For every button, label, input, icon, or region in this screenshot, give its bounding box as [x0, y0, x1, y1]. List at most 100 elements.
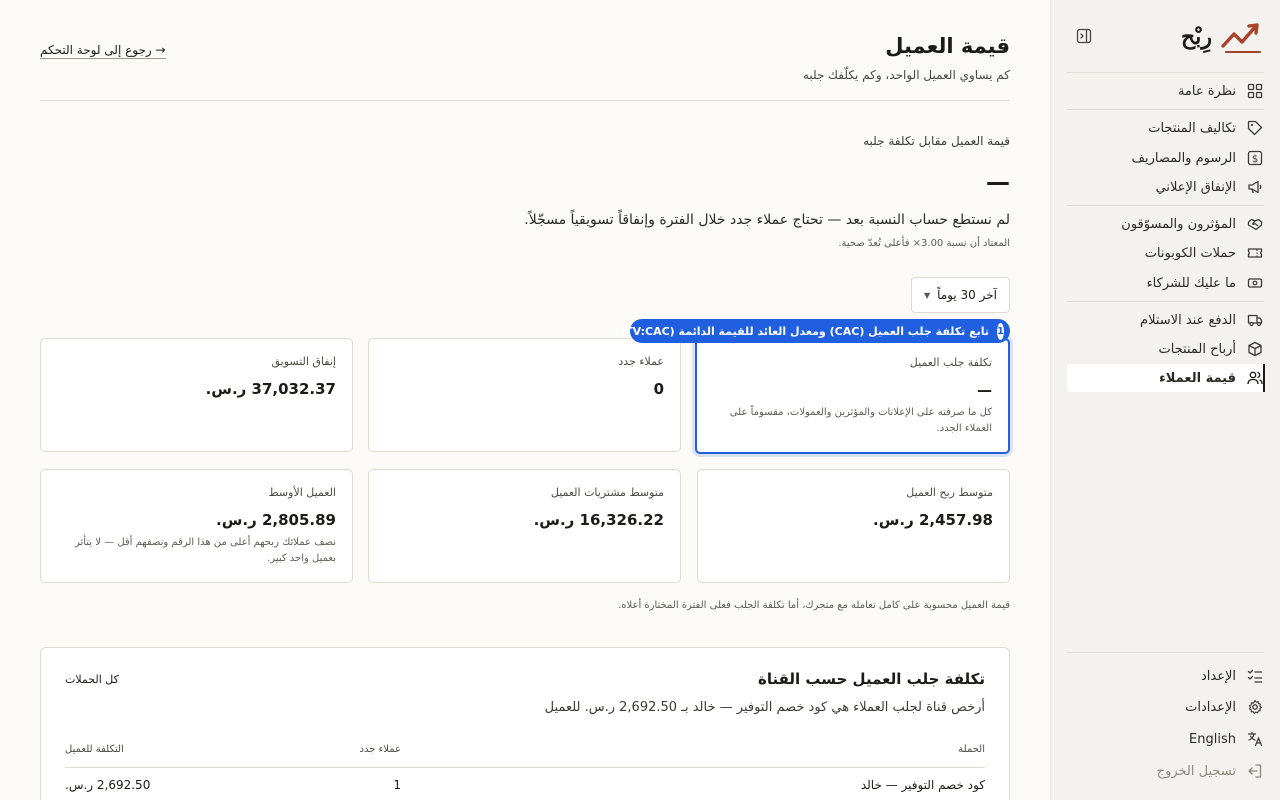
svg-text:$: $ — [1252, 154, 1258, 165]
sidebar-item-label: الإعداد — [1200, 668, 1236, 684]
sidebar-divider — [1067, 652, 1264, 653]
column-header-new-customers: عملاء جدد — [359, 744, 401, 755]
ratio-unavailable-message: لم نستطع حساب النسبة بعد — تحتاج عملاء ج… — [524, 212, 1010, 228]
page-title: قيمة العميل — [885, 34, 1010, 58]
sidebar-item-label: حملات الكوبونات — [1144, 245, 1236, 261]
metric-value: 2,457.98 ر.س. — [873, 511, 993, 529]
back-to-dashboard-link[interactable]: → رجوع إلى لوحة التحكم — [40, 43, 166, 59]
sidebar-item-product-costs[interactable]: تكاليف المنتجات — [1067, 114, 1264, 142]
sidebar-item-label: ما عليك للشركاء — [1146, 275, 1236, 291]
metric-value: 2,805.89 ر.س. — [216, 511, 336, 529]
box-icon — [1246, 340, 1264, 358]
cell-cost-per-customer: 2,692.50 ر.س. — [65, 778, 151, 792]
metric-label: متوسط مشتريات العميل — [550, 486, 664, 499]
page-subtitle: كم يساوي العميل الواحد، وكم يكلّفك جلبه — [802, 68, 1010, 82]
metric-card-median-customer: العميل الأوسط 2,805.89 ر.س. نصف عملائك ر… — [40, 469, 353, 583]
sidebar-item-label: أرباح المنتجات — [1158, 341, 1236, 357]
sidebar-item-ad-spend[interactable]: الإنفاق الإعلاني — [1067, 173, 1264, 201]
metric-value: 37,032.37 ر.س. — [205, 380, 336, 398]
table-header-divider — [65, 767, 985, 768]
handshake-icon — [1246, 215, 1264, 233]
sidebar-item-label: الرسوم والمصاريف — [1131, 150, 1237, 166]
grid-icon — [1246, 82, 1264, 100]
metric-label: عملاء جدد — [618, 355, 664, 368]
metric-label: تكلفة جلب العميل — [909, 356, 992, 369]
period-selected-value: آخر 30 يوماً — [937, 288, 997, 302]
sidebar-divider — [1067, 301, 1264, 302]
cell-campaign: كود خصم التوفير — خالد — [860, 778, 985, 792]
metric-label: متوسط ربح العميل — [906, 486, 993, 499]
metric-card-cac: تكلفة جلب العميل — كل ما صرفته على الإعل… — [695, 338, 1010, 454]
ratio-benchmark-note: المعتاد أن نسبة 3.00× فأعلى تُعدّ صحية. — [838, 238, 1010, 249]
sidebar-item-label: الإنفاق الإعلاني — [1155, 179, 1236, 195]
sidebar-item-fees-expenses[interactable]: $ الرسوم والمصاريف — [1067, 144, 1264, 172]
sidebar-item-setup[interactable]: الإعداد — [1067, 662, 1264, 690]
metric-card-avg-customer-profit: متوسط ربح العميل 2,457.98 ر.س. — [697, 469, 1010, 583]
metric-value: — — [977, 381, 992, 399]
brand-logo[interactable]: رِبْح — [1181, 18, 1264, 56]
logout-icon — [1246, 762, 1264, 780]
sidebar: رِبْح نظرة عامة تكاليف المنتجات $ الرسوم… — [1050, 0, 1280, 800]
tour-step-number: 1 — [997, 322, 1004, 340]
sidebar-divider — [1067, 72, 1264, 73]
sidebar-item-label: English — [1189, 731, 1236, 747]
collapse-sidebar-button[interactable] — [1075, 27, 1093, 45]
sidebar-item-label: تكاليف المنتجات — [1148, 120, 1236, 136]
banknote-icon — [1246, 274, 1264, 292]
section-title: تكلفة جلب العميل حسب القناة — [757, 670, 985, 688]
dollar-icon: $ — [1246, 149, 1264, 167]
ltv-cac-ratio-value: — — [986, 168, 1010, 196]
cac-by-channel-card: تكلفة جلب العميل حسب القناة أرخص قناة لج… — [40, 647, 1010, 800]
column-header-campaign: الحملة — [958, 744, 985, 755]
gear-icon — [1246, 698, 1264, 716]
sidebar-item-product-profits[interactable]: أرباح المنتجات — [1067, 335, 1264, 363]
sidebar-item-logout[interactable]: تسجيل الخروج — [1067, 757, 1264, 785]
period-select[interactable]: آخر 30 يوماً ▼ — [911, 277, 1010, 313]
sidebar-divider — [1067, 205, 1264, 206]
metric-card-marketing-spend: إنفاق التسويق 37,032.37 ر.س. — [40, 338, 353, 452]
all-campaigns-filter[interactable]: كل الحملات — [65, 673, 119, 686]
cell-new-customers: 1 — [393, 778, 401, 792]
metric-card-new-customers: عملاء جدد 0 — [368, 338, 681, 452]
section-subtitle: أرخص قناة لجلب العملاء هي كود خصم التوفي… — [544, 700, 985, 715]
tour-step-text: تابع تكلفة جلب العميل (CAC) ومعدل العائد… — [614, 324, 990, 338]
trend-chart-icon — [1221, 23, 1261, 53]
metric-card-avg-customer-purchases: متوسط مشتريات العميل 16,326.22 ر.س. — [368, 469, 681, 583]
metric-label: إنفاق التسويق — [271, 355, 336, 368]
sidebar-toggle-icon — [1076, 28, 1092, 44]
sidebar-item-customer-value[interactable]: قيمة العملاء — [1067, 364, 1265, 392]
sidebar-item-overview[interactable]: نظرة عامة — [1067, 77, 1264, 105]
sidebar-item-label: المؤثرون والمسوّقون — [1121, 216, 1236, 232]
truck-icon — [1246, 311, 1264, 329]
metric-label: العميل الأوسط — [268, 486, 336, 499]
sidebar-item-settings[interactable]: الإعدادات — [1067, 693, 1264, 721]
tag-icon — [1246, 119, 1264, 137]
sidebar-item-label: تسجيل الخروج — [1156, 763, 1236, 779]
users-icon — [1246, 369, 1264, 387]
ltv-cac-ratio-label: قيمة العميل مقابل تكلفة جلبه — [863, 134, 1010, 148]
metric-value: 16,326.22 ر.س. — [533, 511, 664, 529]
sidebar-item-influencers[interactable]: المؤثرون والمسوّقون — [1067, 210, 1264, 238]
sidebar-item-label: الإعدادات — [1185, 699, 1236, 715]
onboarding-tour-tooltip[interactable]: 1 تابع تكلفة جلب العميل (CAC) ومعدل العا… — [615, 319, 1010, 343]
sidebar-item-cash-on-delivery[interactable]: الدفع عند الاستلام — [1067, 306, 1264, 334]
sidebar-item-language[interactable]: English — [1067, 725, 1264, 753]
clv-calculation-note: قيمة العميل محسوبة على كامل تعامله مع مت… — [618, 600, 1010, 611]
translate-icon — [1246, 730, 1264, 748]
sidebar-item-label: نظرة عامة — [1177, 83, 1236, 99]
header-divider — [40, 100, 1010, 101]
sidebar-item-partner-payouts[interactable]: ما عليك للشركاء — [1067, 269, 1264, 297]
megaphone-icon — [1246, 178, 1264, 196]
metric-value: 0 — [653, 380, 664, 398]
sidebar-item-label: الدفع عند الاستلام — [1140, 312, 1236, 328]
sidebar-item-label: قيمة العملاء — [1159, 370, 1236, 386]
checklist-icon — [1246, 667, 1264, 685]
chevron-down-icon: ▼ — [924, 290, 931, 300]
column-header-cost-per-customer: التكلفة للعميل — [65, 744, 124, 755]
metric-description: كل ما صرفته على الإعلانات والمؤثرين والع… — [729, 407, 992, 434]
sidebar-item-coupon-campaigns[interactable]: حملات الكوبونات — [1067, 239, 1264, 267]
metric-description: نصف عملائك ربحهم أعلى من هذا الرقم ونصفه… — [74, 537, 336, 564]
sidebar-divider — [1067, 109, 1264, 110]
brand-name: رِبْح — [1181, 24, 1212, 50]
ticket-icon — [1246, 244, 1264, 262]
